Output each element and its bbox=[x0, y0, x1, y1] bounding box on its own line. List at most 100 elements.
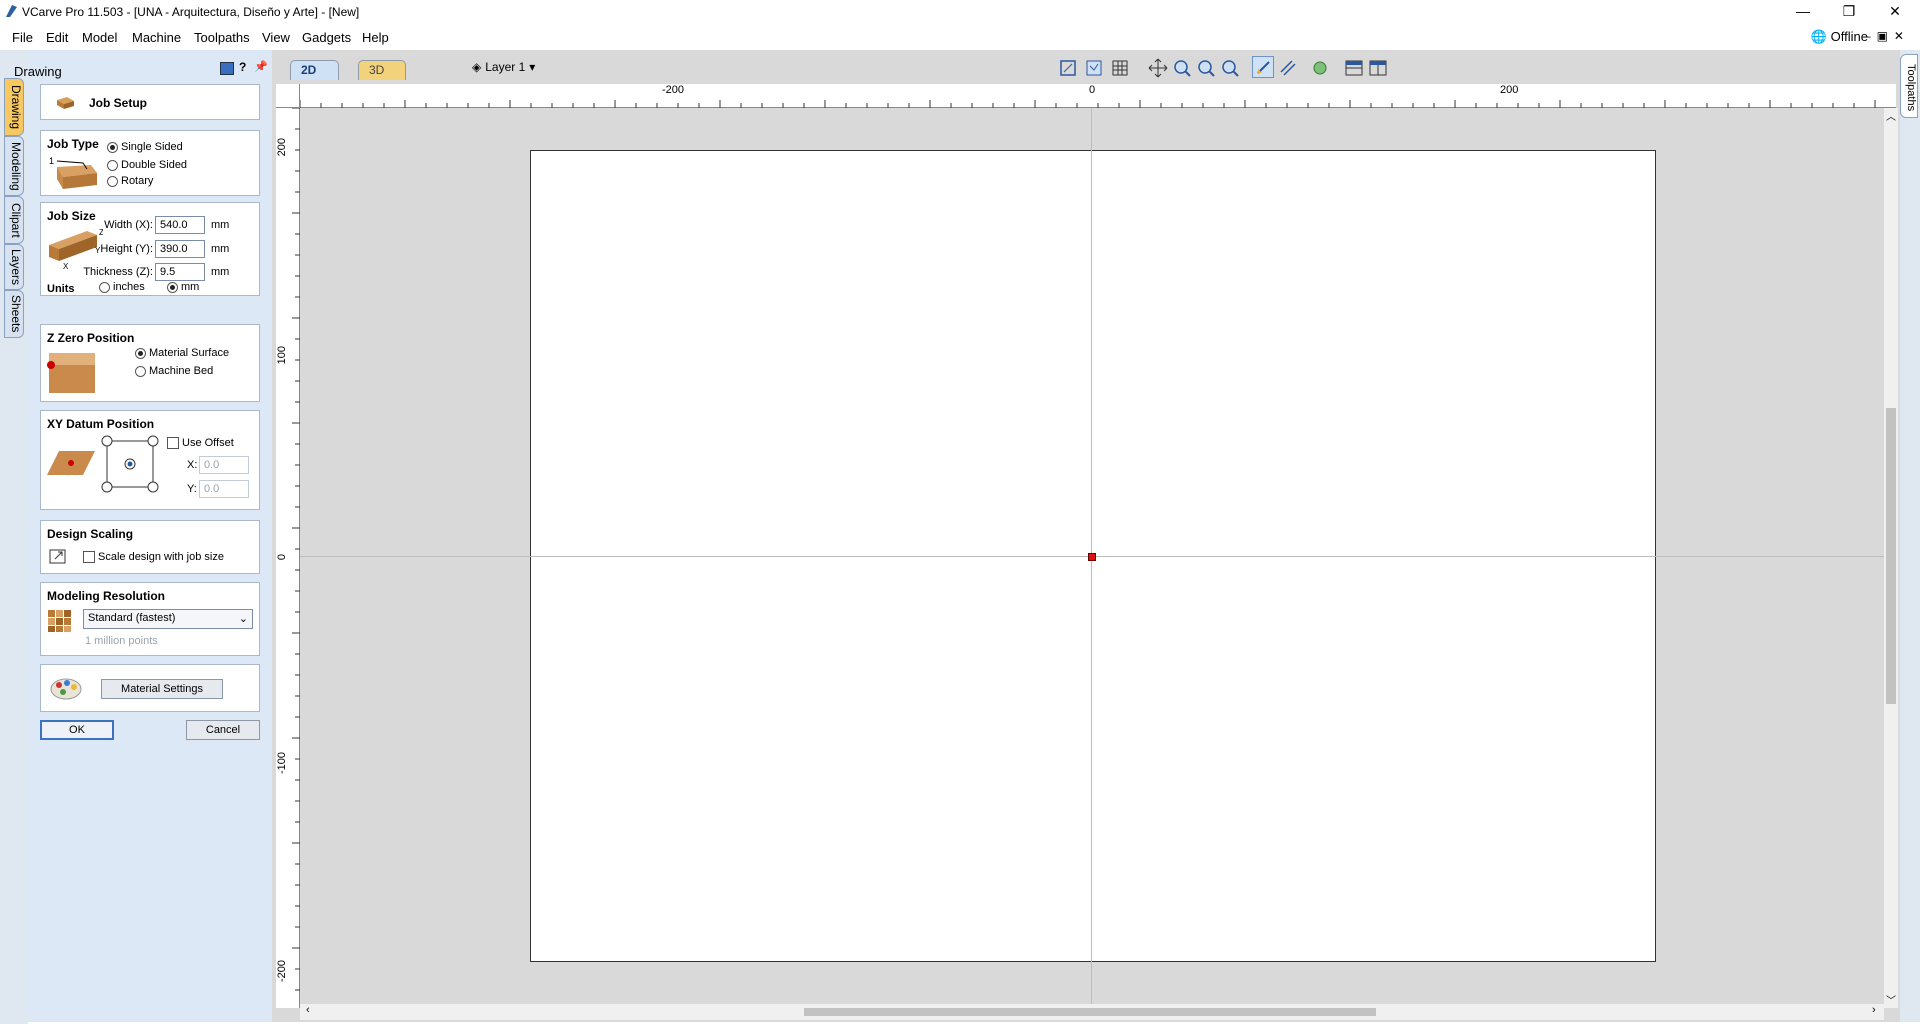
ruler-label-y-100: 100 bbox=[276, 346, 288, 365]
vertical-scroll-thumb[interactable] bbox=[1886, 408, 1896, 704]
zoom-in-icon[interactable] bbox=[1194, 56, 1216, 78]
xy-datum-icon bbox=[47, 451, 95, 475]
zoom-icon[interactable] bbox=[1170, 56, 1192, 78]
menu-view[interactable]: View bbox=[262, 30, 290, 45]
job-type-group: Job Type 1 Single Sided Double Sided Rot… bbox=[40, 130, 260, 196]
offline-status[interactable]: 🌐 Offline bbox=[1811, 29, 1868, 45]
height-unit: mm bbox=[211, 243, 230, 255]
material-settings-button[interactable]: Material Settings bbox=[101, 679, 223, 699]
resolution-select[interactable]: Standard (fastest) ⌄ bbox=[83, 609, 253, 629]
use-offset-checkbox[interactable]: Use Offset bbox=[167, 437, 234, 449]
ruler-corner[interactable] bbox=[276, 84, 300, 108]
offset-y-input[interactable]: 0.0 bbox=[199, 480, 249, 498]
job-setup-header: Job Setup bbox=[40, 84, 260, 120]
toggle-vectors-icon[interactable] bbox=[1276, 56, 1298, 78]
resolution-grid-icon bbox=[48, 610, 71, 632]
layer-icon: ◈ bbox=[472, 60, 482, 74]
panel-title: Drawing bbox=[14, 64, 62, 79]
chevron-down-icon: ⌄ bbox=[238, 613, 248, 625]
palette-icon bbox=[50, 678, 82, 700]
grid-icon[interactable] bbox=[1108, 56, 1130, 78]
job-setup-title: Job Setup bbox=[89, 96, 148, 110]
select-vectors-icon[interactable] bbox=[1252, 56, 1274, 78]
menu-toolpaths[interactable]: Toolpaths bbox=[194, 30, 250, 45]
tab-modeling[interactable]: Modeling bbox=[4, 136, 24, 196]
draw-material-icon[interactable] bbox=[1082, 56, 1104, 78]
pan-icon[interactable] bbox=[1146, 56, 1168, 78]
scroll-down-icon[interactable]: ﹀ bbox=[1886, 992, 1896, 1007]
job-type-single-sided[interactable]: Single Sided bbox=[107, 141, 183, 153]
scroll-up-icon[interactable]: ︿ bbox=[1886, 108, 1896, 123]
ruler-label-y-0: 0 bbox=[276, 554, 288, 561]
tab-3d-view[interactable]: 3D View bbox=[358, 60, 406, 96]
units-mm[interactable]: mm bbox=[167, 281, 199, 293]
menu-model[interactable]: Model bbox=[82, 30, 117, 45]
thickness-input[interactable]: 9.5 bbox=[155, 263, 205, 281]
width-unit: mm bbox=[211, 219, 230, 231]
tab-toolpaths[interactable]: Toolpaths bbox=[1900, 54, 1918, 118]
mdi-window-controls[interactable]: –▣✕ bbox=[1864, 29, 1910, 43]
layer-selector[interactable]: ◈ Layer 1 ▾ bbox=[472, 60, 535, 74]
resolution-hint: 1 million points bbox=[85, 635, 158, 647]
right-tab-strip: Toolpaths bbox=[1900, 50, 1920, 1022]
panel-expand-icon[interactable] bbox=[220, 62, 234, 75]
material-settings-group: Material Settings bbox=[40, 664, 260, 712]
job-type-rotary[interactable]: Rotary bbox=[107, 175, 153, 187]
vcarve-app-icon bbox=[6, 5, 17, 17]
menu-edit[interactable]: Edit bbox=[46, 30, 68, 45]
menu-help[interactable]: Help bbox=[362, 30, 389, 45]
restore-button[interactable]: ❐ bbox=[1826, 0, 1872, 22]
horizontal-scroll-thumb[interactable] bbox=[804, 1008, 1376, 1016]
offset-x-label: X: bbox=[187, 459, 198, 471]
ok-button[interactable]: OK bbox=[40, 720, 114, 740]
horizontal-scrollbar[interactable]: ‹ › bbox=[300, 1004, 1884, 1020]
job-size-title: Job Size bbox=[47, 209, 96, 223]
svg-text:1: 1 bbox=[49, 156, 54, 166]
menu-bar: File Edit Model Machine Toolpaths View G… bbox=[0, 26, 1920, 48]
job-size-group: Job Size ZYX Width (X): 540.0 mm Height … bbox=[40, 202, 260, 296]
tab-drawing[interactable]: Drawing bbox=[4, 78, 24, 136]
scroll-left-icon[interactable]: ‹ bbox=[306, 1004, 310, 1016]
job-type-double-sided[interactable]: Double Sided bbox=[107, 159, 187, 171]
zoom-extents-icon[interactable] bbox=[1056, 56, 1078, 78]
drawing-canvas[interactable] bbox=[300, 108, 1884, 1008]
width-input[interactable]: 540.0 bbox=[155, 216, 205, 234]
vertical-scrollbar[interactable]: ︿ ﹀ bbox=[1884, 108, 1898, 1008]
panel-header: Drawing ? 📌 bbox=[14, 54, 272, 79]
menu-gadgets[interactable]: Gadgets bbox=[302, 30, 351, 45]
z-zero-machine-bed[interactable]: Machine Bed bbox=[135, 365, 213, 377]
menu-file[interactable]: File bbox=[12, 30, 33, 45]
split-horizontal-icon[interactable] bbox=[1342, 56, 1364, 78]
left-tab-strip: Drawing Modeling Clipart Layers Sheets bbox=[0, 50, 28, 1024]
split-vertical-icon[interactable] bbox=[1366, 56, 1388, 78]
tab-sheets[interactable]: Sheets bbox=[4, 290, 24, 338]
design-scaling-group: Design Scaling Scale design with job siz… bbox=[40, 520, 260, 574]
zoom-out-icon[interactable] bbox=[1218, 56, 1240, 78]
close-button[interactable]: ✕ bbox=[1872, 0, 1918, 22]
tab-clipart[interactable]: Clipart bbox=[4, 196, 24, 244]
component-visibility-icon[interactable] bbox=[1308, 56, 1330, 78]
scroll-right-icon[interactable]: › bbox=[1872, 1004, 1876, 1016]
chevron-down-icon: ▾ bbox=[529, 60, 536, 74]
z-zero-title: Z Zero Position bbox=[47, 331, 135, 345]
ruler-label-y-neg100: -100 bbox=[276, 752, 288, 775]
offset-x-input[interactable]: 0.0 bbox=[199, 456, 249, 474]
z-zero-material-surface[interactable]: Material Surface bbox=[135, 347, 229, 359]
scale-design-checkbox[interactable]: Scale design with job size bbox=[83, 551, 224, 563]
cancel-button[interactable]: Cancel bbox=[186, 720, 260, 740]
tab-2d-view[interactable]: 2D View bbox=[290, 60, 340, 96]
tab-layers[interactable]: Layers bbox=[4, 244, 24, 290]
origin-marker bbox=[1088, 553, 1096, 561]
horizontal-ruler: -200 0 200 bbox=[300, 84, 1896, 108]
units-inches[interactable]: inches bbox=[99, 281, 145, 293]
modeling-resolution-group: Modeling Resolution Standard (fastest) ⌄… bbox=[40, 582, 260, 656]
height-input[interactable]: 390.0 bbox=[155, 240, 205, 258]
help-icon[interactable]: ? bbox=[239, 60, 246, 74]
ruler-label-x-0: 0 bbox=[1089, 84, 1096, 96]
datum-position-selector[interactable] bbox=[101, 435, 161, 501]
minimize-button[interactable]: — bbox=[1780, 0, 1826, 22]
pin-icon[interactable]: 📌 bbox=[254, 60, 268, 73]
menu-machine[interactable]: Machine bbox=[132, 30, 181, 45]
ruler-label-x-200: 200 bbox=[1500, 84, 1519, 96]
job-setup-icon bbox=[57, 97, 74, 109]
